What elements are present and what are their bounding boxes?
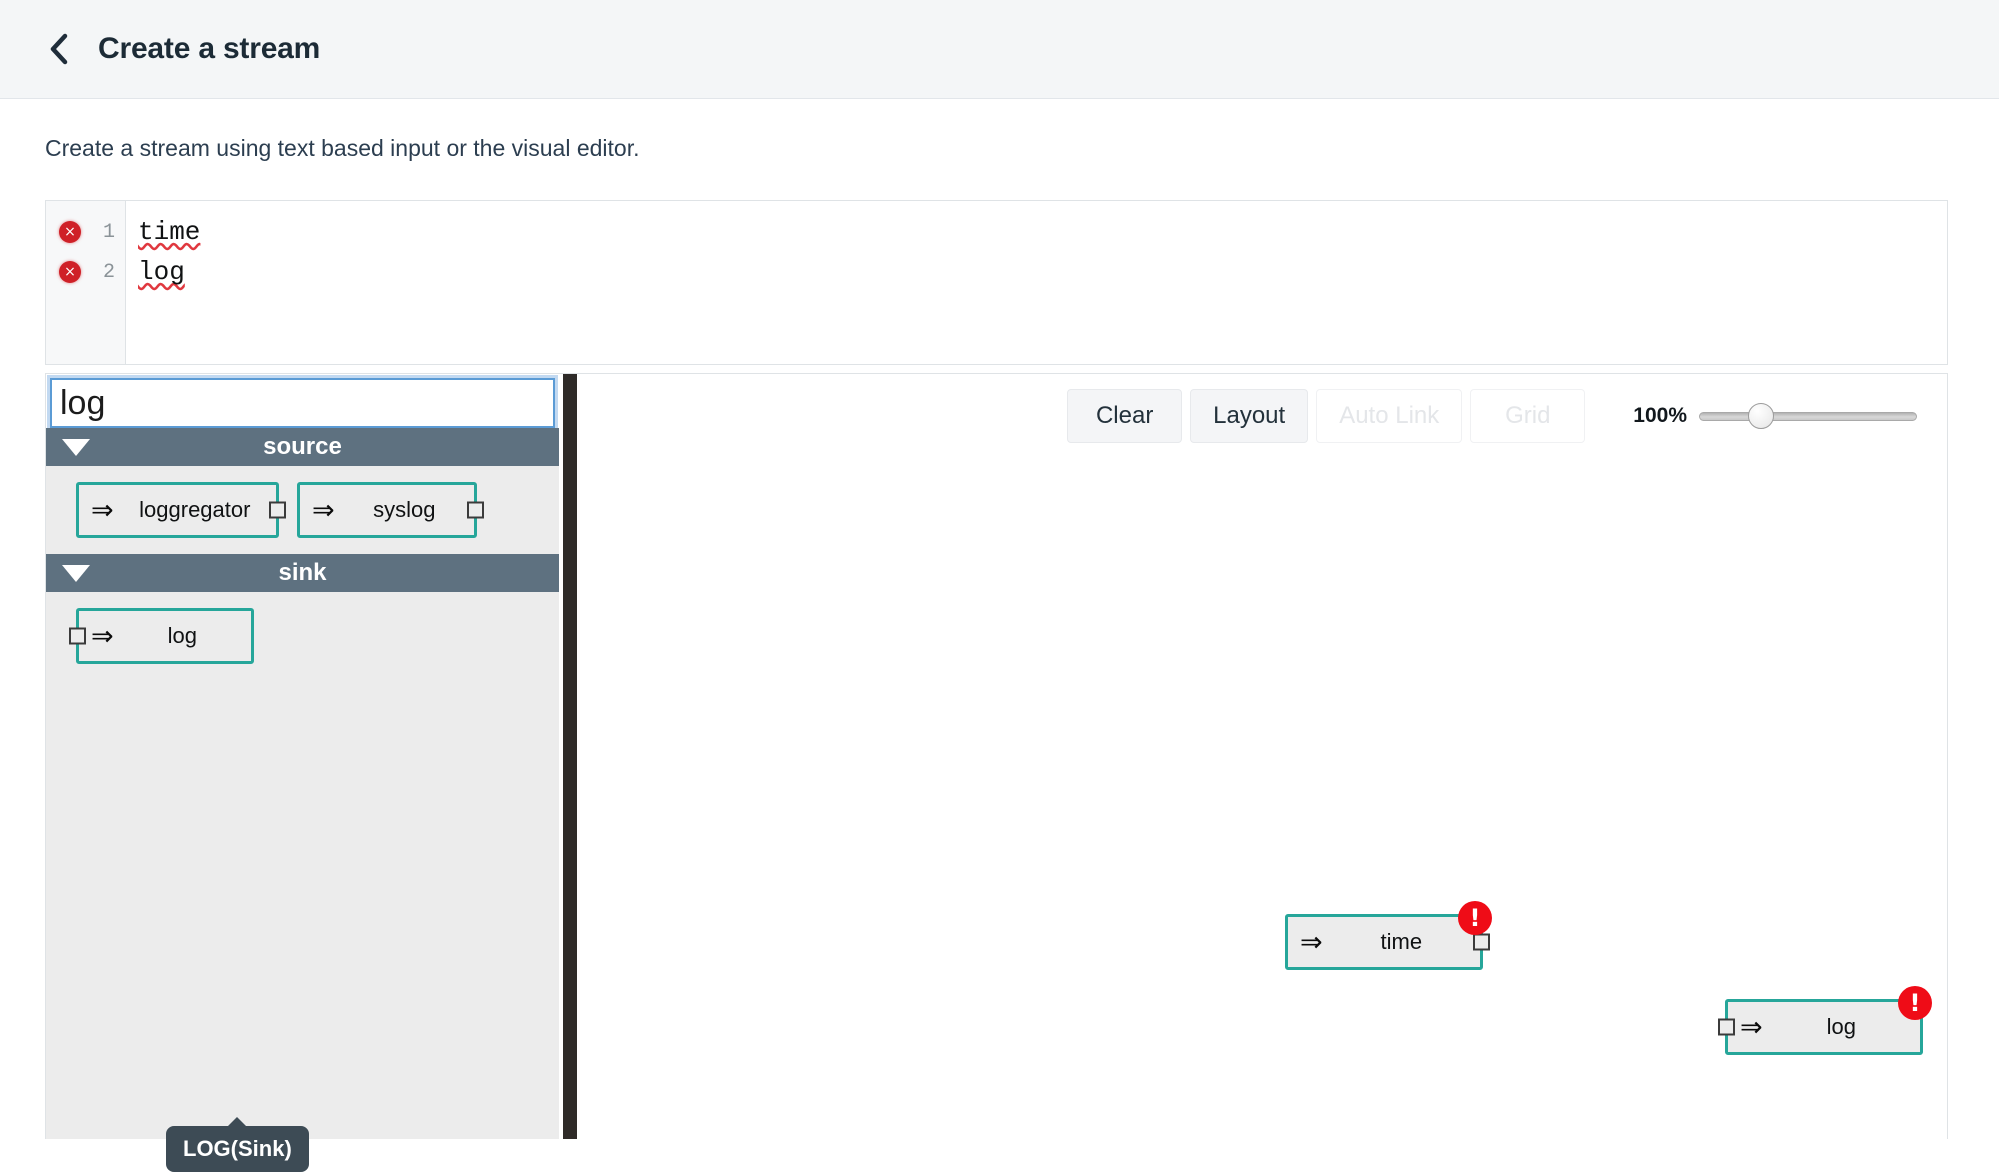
back-chevron-icon[interactable] (46, 32, 72, 66)
page-subtitle: Create a stream using text based input o… (45, 135, 640, 161)
double-arrow-icon: ⇒ (91, 494, 114, 526)
line-number: 2 (102, 260, 115, 284)
palette-section-header-sink[interactable]: sink (46, 554, 559, 592)
palette-section-label: sink (278, 559, 327, 586)
double-arrow-icon: ⇒ (312, 494, 335, 526)
clear-button[interactable]: Clear (1067, 389, 1183, 443)
page-title: Create a stream (98, 32, 321, 65)
double-arrow-icon: ⇒ (1740, 1011, 1763, 1043)
palette-node-tooltip: LOG(Sink) (166, 1117, 309, 1172)
caret-down-icon[interactable] (62, 564, 90, 582)
gutter-row: × 1 (46, 212, 125, 252)
editor-gutter: × 1 × 2 (46, 201, 126, 364)
output-port[interactable] (467, 501, 484, 519)
palette-scrollbar-thumb[interactable] (563, 374, 577, 1139)
input-port[interactable] (1718, 1018, 1735, 1036)
palette-node-syslog[interactable]: ⇒ syslog (297, 482, 484, 538)
page-header: Create a stream (0, 0, 1999, 99)
zoom-level-label: 100% (1633, 404, 1687, 427)
output-port[interactable] (1473, 933, 1490, 951)
palette-empty-area (46, 680, 559, 1139)
palette-node-label: loggregator (139, 497, 251, 522)
double-arrow-icon: ⇒ (91, 620, 114, 652)
palette-search-input[interactable] (47, 375, 558, 431)
zoom-control: 100% (1633, 403, 1917, 429)
auto-link-button: Auto Link (1316, 389, 1463, 443)
palette-panel: source ⇒ loggregator ⇒ syslog sink ⇒ log (46, 374, 559, 1172)
palette-section-header-source[interactable]: source (46, 428, 559, 466)
code-line[interactable]: time (138, 212, 1947, 252)
canvas-node-time[interactable]: ⇒ time ! (1285, 901, 1492, 970)
canvas-node-log[interactable]: ⇒ log ! (1718, 986, 1932, 1055)
code-line[interactable]: log (138, 252, 1947, 292)
flow-canvas[interactable]: Clear Layout Auto Link Grid 100% ⇒ time … (577, 374, 1947, 1139)
code-token: time (138, 216, 201, 247)
stream-definition-editor[interactable]: × 1 × 2 time log (45, 200, 1948, 365)
node-error-badge[interactable]: ! (1458, 901, 1492, 935)
palette-node-label: syslog (373, 497, 436, 522)
line-number: 1 (102, 220, 115, 244)
palette-search-wrap (46, 374, 559, 431)
output-port[interactable] (269, 501, 286, 519)
zoom-slider-track[interactable] (1699, 411, 1917, 421)
input-port[interactable] (69, 627, 86, 645)
code-token: log (138, 256, 185, 287)
canvas-node-label: time (1380, 929, 1423, 954)
layout-button[interactable]: Layout (1190, 389, 1309, 443)
node-error-badge[interactable]: ! (1898, 986, 1932, 1020)
palette-node-log[interactable]: ⇒ log (69, 608, 254, 664)
canvas-node-label: log (1826, 1014, 1856, 1039)
visual-editor: source ⇒ loggregator ⇒ syslog sink ⇒ log (45, 373, 1948, 1172)
zoom-slider-thumb[interactable] (1748, 403, 1775, 429)
error-marker-icon[interactable]: × (59, 221, 81, 243)
editor-text-area[interactable]: time log (126, 201, 1947, 364)
double-arrow-icon: ⇒ (1300, 926, 1323, 958)
palette-scrollbar[interactable] (559, 374, 577, 1139)
canvas-toolbar: Clear Layout Auto Link Grid 100% (1067, 389, 1917, 443)
node-body[interactable]: ⇒ log ! (1718, 986, 1932, 1055)
node-body[interactable]: ⇒ time ! (1285, 901, 1492, 970)
grid-button: Grid (1470, 389, 1586, 443)
palette-section-body-sink: ⇒ log (46, 592, 559, 680)
palette-node-loggregator[interactable]: ⇒ loggregator (76, 482, 286, 538)
zoom-slider[interactable] (1699, 403, 1917, 429)
caret-down-icon[interactable] (62, 438, 90, 456)
palette-section-body-source: ⇒ loggregator ⇒ syslog (46, 466, 559, 554)
palette-section-label: source (263, 433, 342, 460)
palette-node-label: log (167, 623, 197, 648)
gutter-row: × 2 (46, 252, 125, 292)
error-marker-icon[interactable]: × (59, 261, 81, 283)
